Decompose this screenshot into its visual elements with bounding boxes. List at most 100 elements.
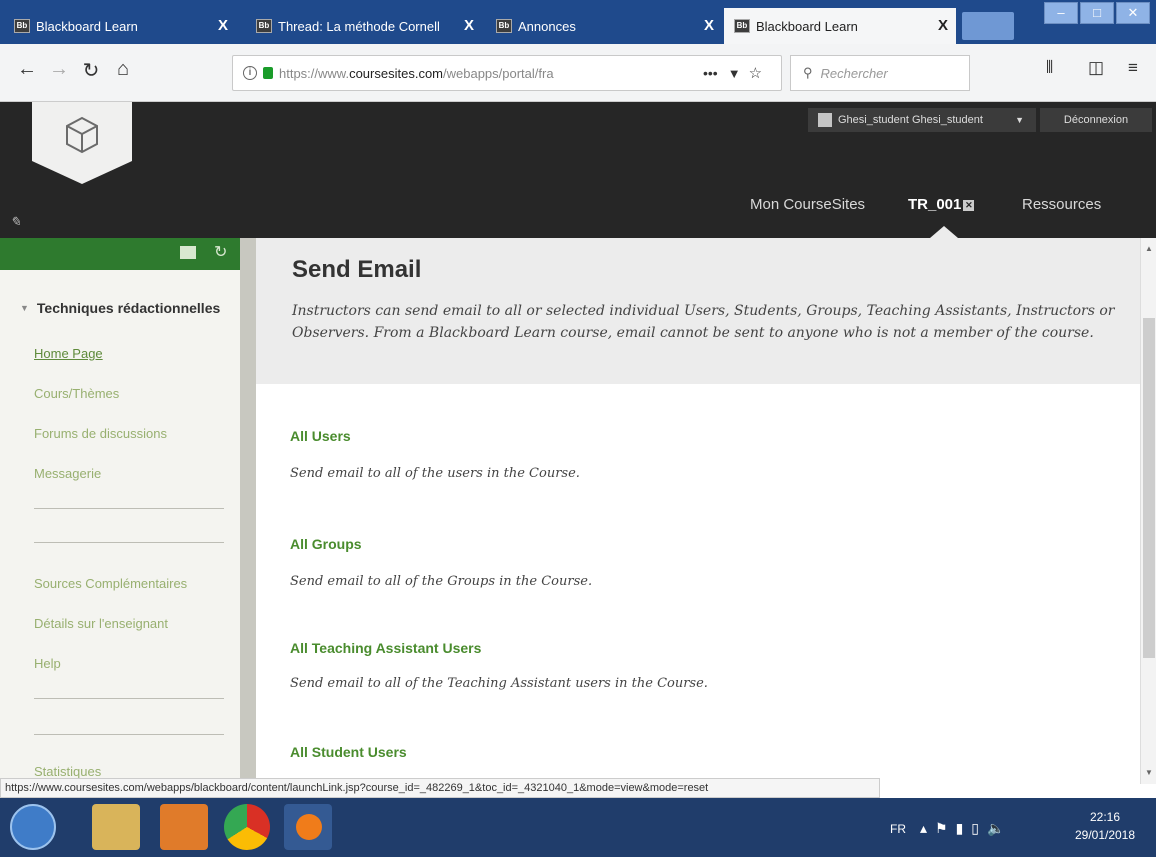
user-name: Ghesi_student Ghesi_student — [838, 114, 983, 126]
chrome-icon[interactable] — [224, 804, 270, 850]
collapse-triangle-icon[interactable]: ▼ — [20, 303, 29, 313]
browser-tab[interactable]: Bb Annonces X — [486, 8, 722, 44]
tab-my-coursesites[interactable]: Mon CourseSites — [750, 196, 865, 213]
course-title[interactable]: ▼ Techniques rédactionnelles — [20, 300, 220, 316]
browser-tab-strip: Bb Blackboard Learn X Bb Thread: La méth… — [0, 0, 1156, 44]
scroll-down-icon[interactable]: ▼ — [1145, 768, 1153, 777]
forward-arrow-icon[interactable]: → — [46, 58, 72, 81]
maximize-icon[interactable]: □ — [1080, 2, 1114, 24]
system-tray-icons[interactable]: ▴⚑▮▯🔈 — [920, 820, 1012, 837]
chevron-down-icon: ▼ — [1015, 115, 1024, 125]
cube-logo-icon — [66, 116, 98, 154]
browser-navigation-bar: ← → ↻ ⌂ i https://www.coursesites.com/we… — [0, 44, 1156, 102]
page-header: Send Email Instructors can send email to… — [256, 238, 1140, 384]
media-player-icon[interactable] — [160, 804, 208, 850]
url-text[interactable]: https://www.coursesites.com/webapps/port… — [279, 66, 689, 81]
option-description: Send email to all of the Groups in the C… — [290, 574, 593, 589]
menu-item-resources[interactable]: Sources Complémentaires — [34, 576, 187, 591]
windows-start-icon[interactable] — [10, 804, 56, 850]
new-tab-button[interactable] — [962, 12, 1014, 40]
search-icon: ⚲ — [803, 65, 813, 80]
firefox-icon[interactable] — [284, 804, 332, 850]
page-scrollbar[interactable]: ▲ ▼ — [1140, 238, 1156, 784]
star-icon[interactable]: ☆ — [749, 64, 762, 82]
address-bar[interactable]: i https://www.coursesites.com/webapps/po… — [232, 55, 782, 91]
course-id-label: TR_001 — [908, 196, 962, 213]
page-title: Send Email — [292, 256, 422, 283]
close-tab-icon[interactable]: X — [704, 17, 714, 34]
option-all-groups[interactable]: All Groups — [290, 536, 362, 552]
option-all-students[interactable]: All Student Users — [290, 744, 407, 760]
menu-icon[interactable]: ≡ — [1128, 58, 1138, 78]
info-icon[interactable]: i — [243, 66, 257, 80]
menu-divider — [34, 508, 224, 509]
window-controls: – □ ✕ — [1042, 2, 1150, 24]
menu-divider — [34, 734, 224, 735]
option-all-teaching-assistants[interactable]: All Teaching Assistant Users — [290, 640, 481, 656]
folder-view-icon[interactable] — [180, 246, 196, 259]
course-menu-collapse-handle[interactable] — [240, 238, 256, 784]
menu-item-forums[interactable]: Forums de discussions — [34, 426, 167, 441]
file-explorer-icon[interactable] — [92, 804, 140, 850]
course-close-icon[interactable]: ✕ — [963, 200, 975, 211]
clock-time: 22:16 — [1089, 810, 1121, 824]
course-title-text: Techniques rédactionnelles — [36, 300, 221, 316]
scrollbar-thumb[interactable] — [1143, 318, 1155, 658]
tab-title: Annonces — [518, 18, 576, 34]
link-status-bar: https://www.coursesites.com/webapps/blac… — [0, 778, 880, 798]
course-menu-toolbar: ↻ — [0, 238, 240, 270]
close-tab-icon[interactable]: X — [464, 17, 474, 34]
menu-divider — [34, 698, 224, 699]
browser-tab[interactable]: Bb Blackboard Learn X — [4, 8, 236, 44]
blackboard-favicon-icon: Bb — [734, 19, 750, 33]
logout-button[interactable]: Déconnexion — [1040, 108, 1152, 132]
option-all-users[interactable]: All Users — [290, 428, 351, 444]
blackboard-favicon-icon: Bb — [256, 19, 272, 33]
menu-divider — [34, 542, 224, 543]
browser-tab[interactable]: Bb Thread: La méthode Cornell X — [246, 8, 482, 44]
sidebar-icon[interactable]: ◫ — [1088, 58, 1104, 78]
language-indicator[interactable]: FR — [890, 822, 906, 836]
menu-item-statistics[interactable]: Statistiques — [34, 764, 101, 778]
home-icon[interactable]: ⌂ — [110, 58, 136, 81]
user-menu[interactable]: Ghesi_student Ghesi_student ▼ — [808, 108, 1036, 132]
tab-title: Thread: La méthode Cornell — [278, 18, 440, 34]
option-description: Send email to all of the users in the Co… — [290, 466, 580, 481]
option-description: Send email to all of the Teaching Assist… — [290, 676, 708, 691]
taskbar-clock[interactable]: 22:16 29/01/2018 — [1060, 808, 1150, 844]
tab-resources[interactable]: Ressources — [1022, 196, 1101, 213]
avatar — [818, 113, 832, 127]
menu-item-courses[interactable]: Cours/Thèmes — [34, 386, 119, 401]
menu-item-help[interactable]: Help — [34, 656, 61, 671]
pocket-icon[interactable]: ▼ — [728, 66, 741, 81]
library-icon[interactable]: ⫴ — [1046, 58, 1053, 78]
search-input[interactable]: ⚲ Rechercher — [790, 55, 970, 91]
menu-item-instructor-details[interactable]: Détails sur l'enseignant — [34, 616, 168, 631]
close-tab-icon[interactable]: X — [938, 17, 948, 34]
clock-date: 29/01/2018 — [1074, 828, 1136, 842]
menu-item-home-page[interactable]: Home Page — [34, 346, 103, 361]
page-actions-icon[interactable]: ••• — [703, 65, 718, 81]
refresh-icon[interactable]: ↻ — [214, 242, 227, 262]
back-arrow-icon[interactable]: ← — [14, 58, 40, 81]
close-window-icon[interactable]: ✕ — [1116, 2, 1150, 24]
main-content: Send Email Instructors can send email to… — [256, 238, 1140, 784]
tab-course[interactable]: TR_001 ✕ — [908, 196, 975, 213]
page-description: Instructors can send email to all or sel… — [292, 303, 1115, 341]
tab-title: Blackboard Learn — [36, 18, 138, 34]
scroll-up-icon[interactable]: ▲ — [1145, 244, 1153, 253]
tab-title: Blackboard Learn — [756, 18, 858, 34]
close-tab-icon[interactable]: X — [218, 17, 228, 34]
search-placeholder: Rechercher — [820, 65, 888, 81]
pencil-icon[interactable]: ✎ — [10, 214, 21, 230]
course-menu: ↻ — [0, 238, 240, 784]
active-tab-indicator — [930, 226, 958, 238]
reload-icon[interactable]: ↻ — [78, 58, 104, 83]
lock-icon[interactable] — [263, 67, 273, 79]
browser-tab-active[interactable]: Bb Blackboard Learn X — [724, 8, 956, 44]
blackboard-favicon-icon: Bb — [14, 19, 30, 33]
menu-item-messages[interactable]: Messagerie — [34, 466, 101, 481]
firefox-globe — [296, 814, 322, 840]
blackboard-favicon-icon: Bb — [496, 19, 512, 33]
minimize-icon[interactable]: – — [1044, 2, 1078, 24]
